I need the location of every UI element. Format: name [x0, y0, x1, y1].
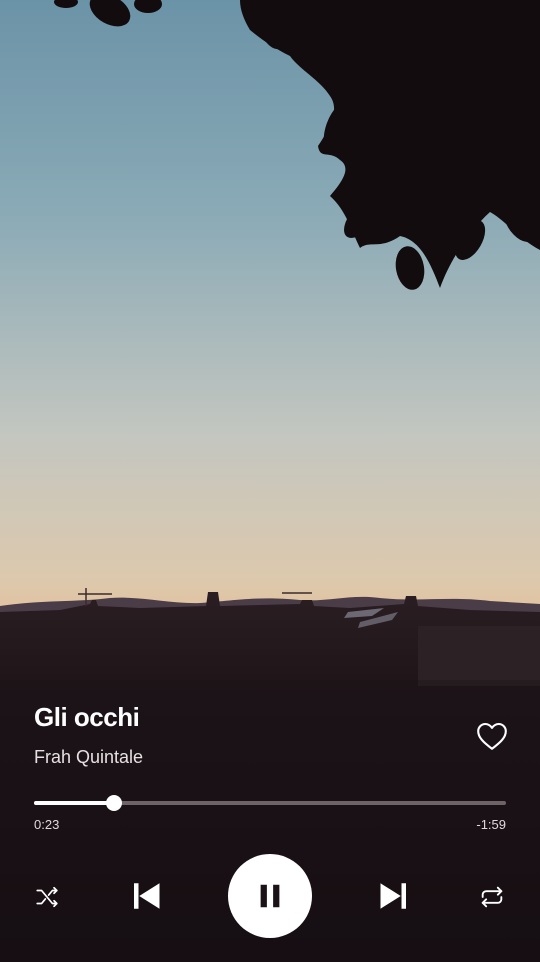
background-artwork — [0, 0, 540, 962]
shuffle-button[interactable] — [30, 880, 64, 914]
repeat-button[interactable] — [474, 880, 510, 914]
progress-bar[interactable] — [34, 795, 506, 811]
pause-button[interactable] — [228, 854, 312, 938]
heart-icon — [477, 722, 507, 750]
skip-next-icon — [380, 883, 406, 909]
remaining-time: -1:59 — [476, 817, 506, 832]
progress-fill — [34, 801, 115, 805]
track-title: Gli occhi — [34, 702, 140, 732]
previous-button[interactable] — [124, 874, 168, 918]
next-button[interactable] — [372, 874, 416, 918]
elapsed-time: 0:23 — [34, 817, 60, 832]
track-artist[interactable]: Frah Quintale — [34, 747, 143, 768]
skip-previous-icon — [134, 883, 160, 909]
pause-icon — [260, 884, 280, 908]
like-button[interactable] — [474, 718, 510, 754]
shuffle-icon — [36, 886, 58, 908]
repeat-icon — [481, 886, 503, 908]
